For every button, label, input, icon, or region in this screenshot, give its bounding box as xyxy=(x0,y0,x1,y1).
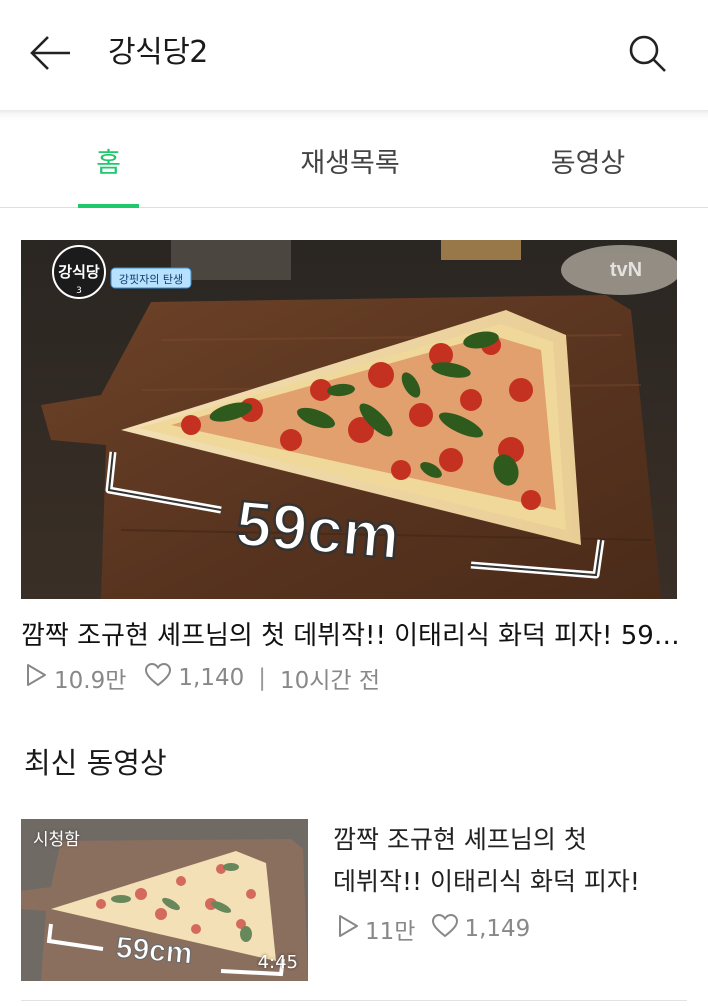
video-title-line-1: 깜짝 조규현 셰프님의 첫 xyxy=(333,825,587,854)
like-count: 1,149 xyxy=(464,916,531,942)
tab-bar: 홈 재생목록 동영상 xyxy=(0,120,708,208)
list-divider xyxy=(21,1000,687,1001)
caption-tag: 강핏자의 탄생 xyxy=(119,273,183,286)
video-meta: 11만 1,149 xyxy=(336,911,530,947)
like-count: 1,140 xyxy=(178,665,245,691)
view-count: 11만 xyxy=(365,919,416,945)
active-tab-indicator xyxy=(78,204,139,208)
app-header: 강식당2 xyxy=(0,0,708,110)
play-icon xyxy=(24,662,48,694)
upload-time: 10시간 전 xyxy=(279,668,381,694)
search-button[interactable] xyxy=(622,28,672,78)
show-logo-number: 3 xyxy=(76,286,82,296)
page-title: 강식당2 xyxy=(108,35,208,70)
arrow-left-icon xyxy=(30,36,70,70)
list-item[interactable]: 59cm 시청함 4:45 깜짝 조규현 셰프님의 첫 데뷔작!! 이태리식 화… xyxy=(21,819,687,981)
header-divider xyxy=(0,110,708,120)
search-icon xyxy=(629,35,666,72)
duration-badge: 4:45 xyxy=(257,952,298,973)
video-title[interactable]: 깜짝 조규현 셰프님의 첫 데뷔작!! 이태리식 화덕 피자! xyxy=(333,819,663,903)
channel-watermark: tvN xyxy=(610,259,642,281)
size-overlay-text: 59cm xyxy=(233,487,402,573)
featured-video-meta: 10.9만 1,140 | 10시간 전 xyxy=(24,660,380,696)
tab-videos[interactable]: 동영상 xyxy=(520,120,656,208)
meta-separator: | xyxy=(258,665,266,691)
show-logo: 강식당 xyxy=(58,263,100,281)
heart-icon xyxy=(431,913,459,945)
featured-video-thumbnail[interactable]: 59cm 강식당 3 강핏자의 탄생 tvN xyxy=(21,240,677,599)
video-thumbnail[interactable]: 59cm 시청함 4:45 xyxy=(21,819,308,981)
watched-label: 시청함 xyxy=(33,830,80,850)
play-icon xyxy=(336,913,360,945)
video-title-line-2: 데뷔작!! 이태리식 화덕 피자! xyxy=(333,867,640,896)
tab-home[interactable]: 홈 xyxy=(48,120,169,208)
tab-playlists[interactable]: 재생목록 xyxy=(270,120,430,208)
view-count: 10.9만 xyxy=(54,668,127,694)
featured-video-title[interactable]: 깜짝 조규현 셰프님의 첫 데뷔작!! 이태리식 화덕 피자! 59cm 피자 xyxy=(21,614,691,658)
latest-videos-heading: 최신 동영상 xyxy=(24,746,167,780)
back-button[interactable] xyxy=(26,28,76,78)
heart-icon xyxy=(144,662,172,694)
pizza-thumbnail-image: 59cm 강식당 3 강핏자의 탄생 tvN xyxy=(21,240,677,599)
